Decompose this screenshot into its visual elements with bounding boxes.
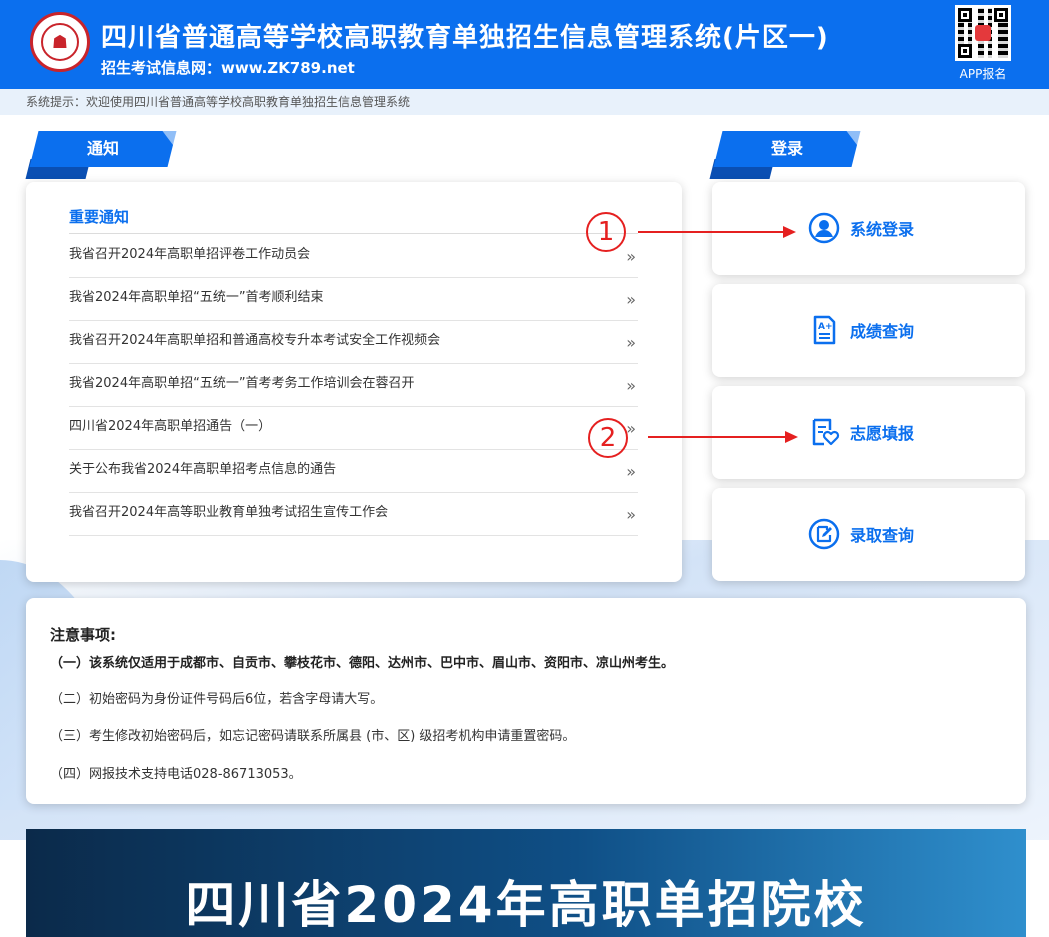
tab-notice: 通知 bbox=[29, 131, 177, 167]
chevron-right-icon: » bbox=[626, 333, 636, 352]
note-line: （四）网报技术支持电话028-86713053。 bbox=[50, 767, 302, 782]
notice-item[interactable]: 我省2024年高职单招“五统一”首考顺利结束» bbox=[69, 278, 638, 321]
edit-circle-icon bbox=[808, 518, 840, 550]
volunteer-fill-label: 志愿填报 bbox=[850, 424, 915, 443]
volunteer-fill-button[interactable]: 志愿填报 bbox=[808, 416, 914, 448]
annotation-marker: 2 bbox=[588, 418, 628, 458]
score-query-card[interactable]: A+ 成绩查询 bbox=[712, 284, 1025, 377]
notes-panel: 注意事项: （一）该系统仅适用于成都市、自贡市、攀枝花市、德阳、达州市、巴中市、… bbox=[26, 598, 1026, 804]
admission-query-label: 录取查询 bbox=[850, 526, 915, 545]
notice-list: 我省召开2024年高职单招评卷工作动员会» 我省2024年高职单招“五统一”首考… bbox=[69, 235, 638, 536]
notice-item[interactable]: 我省召开2024年高等职业教育单独考试招生宣传工作会» bbox=[69, 493, 638, 536]
score-query-button[interactable]: A+ 成绩查询 bbox=[808, 314, 914, 346]
annotation-arrow bbox=[638, 226, 796, 238]
banner-title: 四川省2024年高职单招院校 bbox=[185, 876, 867, 934]
site-subtitle[interactable]: 招生考试信息网：www.ZK789.net bbox=[101, 57, 355, 78]
chevron-right-icon: » bbox=[626, 462, 636, 481]
score-query-label: 成绩查询 bbox=[850, 322, 915, 341]
svg-text:A+: A+ bbox=[818, 322, 833, 332]
annotation-marker: 1 bbox=[586, 212, 626, 252]
admission-query-card[interactable]: 录取查询 bbox=[712, 488, 1025, 581]
chevron-right-icon: » bbox=[626, 290, 636, 309]
notice-item[interactable]: 我省召开2024年高职单招和普通高校专升本考试安全工作视频会» bbox=[69, 321, 638, 364]
volunteer-form-icon bbox=[812, 418, 840, 446]
chevron-right-icon: » bbox=[626, 505, 636, 524]
note-line: （三）考生修改初始密码后，如忘记密码请联系所属县 (市、区) 级招考机构申请重置… bbox=[50, 729, 576, 744]
notice-item[interactable]: 我省召开2024年高职单招评卷工作动员会» bbox=[69, 235, 638, 278]
notes-title: 注意事项: bbox=[50, 626, 116, 644]
site-header: ☗ 四川省普通高等学校高职教育单独招生信息管理系统(片区一) 招生考试信息网：w… bbox=[0, 0, 1049, 89]
chevron-right-icon: » bbox=[626, 247, 636, 266]
site-title: 四川省普通高等学校高职教育单独招生信息管理系统(片区一) bbox=[101, 23, 829, 53]
system-login-label: 系统登录 bbox=[850, 220, 915, 239]
chevron-right-icon: » bbox=[626, 376, 636, 395]
note-line: （一）该系统仅适用于成都市、自贡市、攀枝花市、德阳、达州市、巴中市、眉山市、资阳… bbox=[50, 656, 675, 671]
notice-heading: 重要通知 bbox=[69, 206, 638, 234]
logo-emblem-icon: ☗ bbox=[41, 23, 79, 61]
system-tip: 系统提示：欢迎使用四川省普通高等学校高职教育单独招生信息管理系统 bbox=[0, 89, 1049, 115]
note-line: （二）初始密码为身份证件号码后6位，若含字母请大写。 bbox=[50, 692, 384, 707]
notice-item[interactable]: 四川省2024年高职单招通告（一）» bbox=[69, 407, 638, 450]
score-sheet-icon: A+ bbox=[813, 315, 836, 345]
notice-panel: 重要通知 我省召开2024年高职单招评卷工作动员会» 我省2024年高职单招“五… bbox=[26, 182, 682, 582]
system-login-button[interactable]: 系统登录 bbox=[808, 212, 914, 244]
site-logo: ☗ bbox=[30, 12, 90, 72]
chevron-right-icon: » bbox=[626, 419, 636, 438]
tab-login: 登录 bbox=[713, 131, 861, 167]
app-qr-code[interactable] bbox=[955, 5, 1011, 61]
notice-item[interactable]: 关于公布我省2024年高职单招考点信息的通告» bbox=[69, 450, 638, 493]
notice-item[interactable]: 我省2024年高职单招“五统一”首考考务工作培训会在蓉召开» bbox=[69, 364, 638, 407]
user-icon bbox=[808, 212, 840, 244]
app-register-label[interactable]: APP报名 bbox=[948, 65, 1018, 82]
colleges-banner[interactable]: 四川省2024年高职单招院校 bbox=[26, 829, 1026, 937]
admission-query-button[interactable]: 录取查询 bbox=[808, 518, 914, 550]
annotation-arrow bbox=[648, 431, 798, 443]
qr-code-icon bbox=[958, 8, 1008, 58]
